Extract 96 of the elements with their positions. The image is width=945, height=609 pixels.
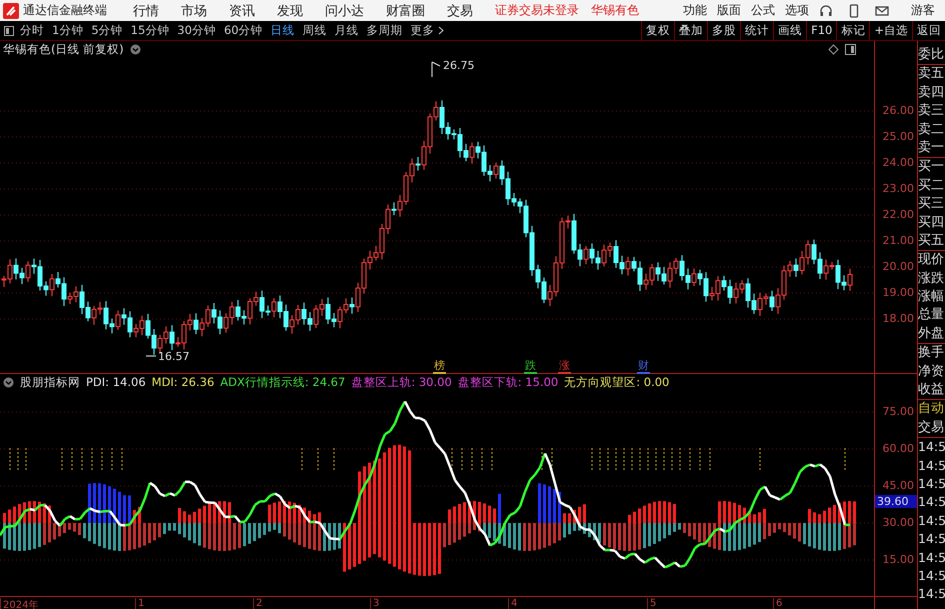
menu-item[interactable]: 市场 xyxy=(181,2,207,20)
quote-field-label: 买四 xyxy=(918,214,945,232)
trade-time: 14:5 xyxy=(918,548,945,567)
axis-label: 2024年 xyxy=(0,598,38,609)
auto-trade-label: 自动 xyxy=(918,400,945,418)
more-link[interactable]: 更多 xyxy=(410,23,435,38)
quote-field-label: 净资 xyxy=(918,362,945,381)
dropdown-icon[interactable] xyxy=(130,44,141,54)
period-tab[interactable]: 多周期 xyxy=(366,23,403,38)
quote-field-label: 委比 xyxy=(918,46,945,64)
dropdown-icon[interactable] xyxy=(3,376,14,388)
period-tab[interactable]: 1分钟 xyxy=(52,23,84,38)
menu-item[interactable]: 发现 xyxy=(277,2,303,20)
quote-field-label: 卖三 xyxy=(918,102,945,120)
period-tab[interactable]: 5分钟 xyxy=(91,23,123,38)
login-status[interactable]: 证券交易未登录 xyxy=(495,2,579,19)
quote-field-label: 外盘 xyxy=(918,324,945,343)
indicator-value: 无方向观望区: 0.00 xyxy=(564,374,670,390)
axis-label: 23.00 xyxy=(882,182,914,195)
chart-title: 华锡有色(日线 前复权) xyxy=(3,42,124,56)
quote-field-label: 收益 xyxy=(918,381,945,400)
period-tab[interactable]: 日线 xyxy=(270,23,295,38)
axis-label: 45.00 xyxy=(882,479,914,492)
menu-item[interactable]: 选项 xyxy=(785,2,809,19)
axis-label: 4 xyxy=(508,598,518,609)
trade-time: 14:5 xyxy=(918,512,945,530)
quote-field-label: 现价 xyxy=(918,251,945,270)
period-tab[interactable]: 30分钟 xyxy=(177,23,216,38)
app-logo-icon xyxy=(3,2,19,18)
app-title: 通达信金融终端 xyxy=(23,2,107,19)
axis-label: 25.00 xyxy=(882,130,914,143)
axis-label: 20.00 xyxy=(882,260,914,273)
diamond-icon[interactable] xyxy=(828,44,839,54)
trade-time: 14:5 xyxy=(918,585,945,604)
axis-label: 30.00 xyxy=(882,516,914,529)
quote-field-label: 换手 xyxy=(918,344,945,362)
axis-label: 21.00 xyxy=(882,234,914,247)
indicator-value: PDI: 14.06 xyxy=(86,375,146,389)
current-value-label: 39.60 xyxy=(875,495,917,508)
panel-toggle-icon[interactable] xyxy=(845,44,856,54)
axis-label: 24.00 xyxy=(882,156,914,169)
stock-name: 华锡有色 xyxy=(591,2,639,19)
axis-label: 2 xyxy=(253,598,262,609)
user-label[interactable]: 游客 xyxy=(911,2,935,19)
axis-label: 18.00 xyxy=(882,312,914,325)
period-tab[interactable]: 月线 xyxy=(334,23,359,38)
trade-time: 14:5 xyxy=(918,474,945,493)
axis-label: 1 xyxy=(135,598,144,609)
axis-label: 3 xyxy=(370,598,380,609)
trade-time: 14:5 xyxy=(918,438,945,456)
axis-label: 75.00 xyxy=(882,405,914,418)
indicator-value: MDI: 26.36 xyxy=(152,375,214,389)
trade-time: 14:5 xyxy=(918,530,945,548)
period-tab[interactable]: 分时 xyxy=(20,23,44,38)
phone-icon[interactable] xyxy=(847,4,861,18)
axis-label: 15.00 xyxy=(882,553,914,566)
headset-icon[interactable] xyxy=(819,4,833,18)
quote-field-label: 卖四 xyxy=(918,84,945,102)
trade-time: 14:5 xyxy=(918,493,945,512)
axis-label: 26.00 xyxy=(882,104,914,117)
trade-label: 交易 xyxy=(918,418,945,437)
axis-label: 6 xyxy=(773,598,782,609)
mail-icon[interactable] xyxy=(875,4,889,18)
indicator-name: 股朋指标网 xyxy=(20,374,80,390)
chevron-right-icon[interactable] xyxy=(436,26,445,35)
period-tab[interactable]: 60分钟 xyxy=(224,23,263,38)
panel-toggle-icon[interactable] xyxy=(4,26,14,36)
quote-field-label: 涨幅 xyxy=(918,288,945,306)
menu-item[interactable]: 版面 xyxy=(717,2,741,19)
menu-item[interactable]: 交易 xyxy=(447,2,473,20)
indicator-value: ADX行情指示线: 24.67 xyxy=(220,374,346,390)
period-tab[interactable]: 周线 xyxy=(302,23,327,38)
period-tab[interactable]: 15分钟 xyxy=(130,23,170,38)
indicator-value: 盘整区上轨: 30.00 xyxy=(351,374,452,390)
quote-field-label: 总量 xyxy=(918,306,945,324)
quote-field-label: 买一 xyxy=(918,158,945,176)
menu-item[interactable]: 资讯 xyxy=(229,2,255,20)
trade-time: 14:5 xyxy=(918,456,945,475)
quote-field-label: 买五 xyxy=(918,232,945,250)
quote-field-label: 买三 xyxy=(918,195,945,214)
axis-label: 19.00 xyxy=(882,286,914,299)
menu-item[interactable]: 功能 xyxy=(683,2,707,19)
quote-field-label: 卖五 xyxy=(918,65,945,84)
menu-item[interactable]: 公式 xyxy=(751,2,775,19)
quote-field-label: 买二 xyxy=(918,176,945,195)
menu-item[interactable]: 财富圈 xyxy=(386,2,425,20)
quote-field-label: 涨跌 xyxy=(918,270,945,288)
axis-label: 5 xyxy=(647,598,656,609)
axis-label: 60.00 xyxy=(882,442,914,455)
quote-field-label: 卖二 xyxy=(918,120,945,139)
axis-label: 22.00 xyxy=(882,208,914,221)
menu-item[interactable]: 行情 xyxy=(133,2,159,20)
menu-item[interactable]: 问小达 xyxy=(325,2,364,20)
quote-field-label: 卖一 xyxy=(918,138,945,157)
indicator-value: 盘整区下轨: 15.00 xyxy=(458,374,558,390)
trade-time: 14:5 xyxy=(918,566,945,585)
